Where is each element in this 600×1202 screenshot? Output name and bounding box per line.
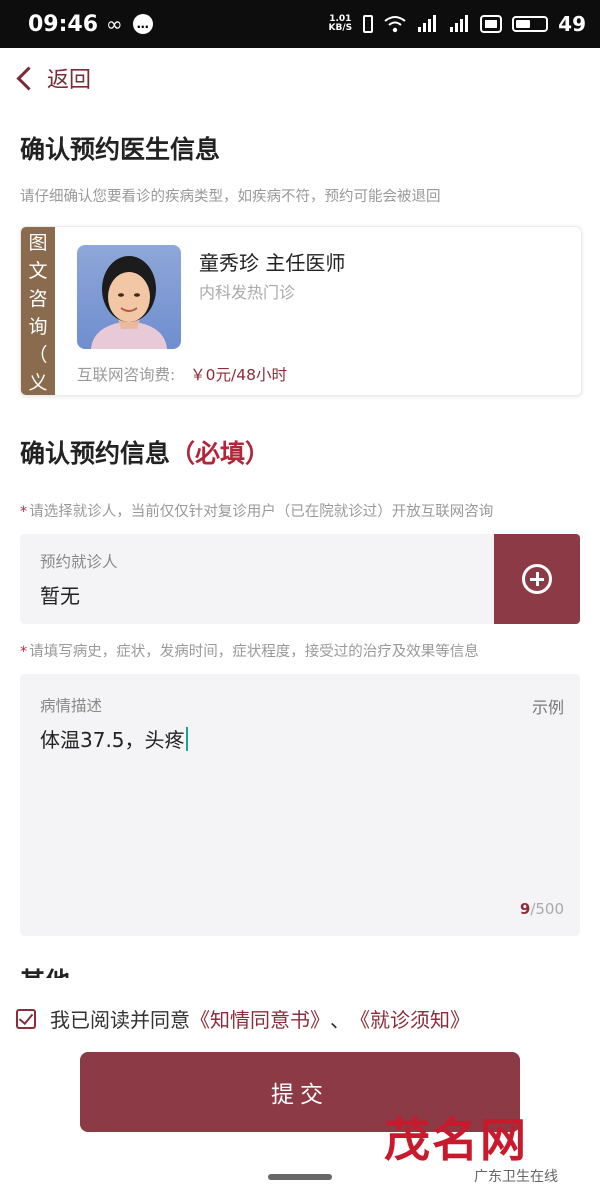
description-input[interactable]: 体温37.5，头疼 (40, 724, 188, 753)
doctor-name-title: 童秀珍 主任医师 (199, 251, 346, 275)
required-star: * (20, 644, 28, 660)
doctor-department: 内科发热门诊 (199, 283, 296, 302)
patient-field-label: 预约就诊人 (40, 553, 118, 571)
back-label: 返回 (47, 68, 92, 93)
back-button[interactable]: 返回 (14, 62, 91, 94)
history-hint-text: 请填写病史，症状，发病时间，症状程度，接受过的治疗及效果等信息 (29, 644, 479, 660)
message-icon: … (132, 14, 153, 34)
consult-fee-label: 互联网咨询费: (77, 366, 176, 384)
status-time: 09:46 (28, 11, 99, 37)
battery-icon (512, 16, 549, 32)
agreement-row: 我已阅读并同意 《知情同意书》 、 《就诊须知》 (16, 1004, 470, 1033)
patient-hint-text: 请选择就诊人，当前仅仅针对复诊用户（已在院就诊过）开放互联网咨询 (29, 504, 494, 520)
tag-char: 文 (28, 260, 48, 282)
patient-hint: * 请选择就诊人，当前仅仅针对复诊用户（已在院就诊过）开放互联网咨询 (20, 500, 493, 521)
tag-char: 义 (28, 372, 48, 394)
required-mark: （必填） (170, 439, 271, 468)
char-count-max: /500 (530, 900, 564, 918)
plus-circle-icon (522, 564, 552, 594)
agreement-separator: 、 (330, 1008, 350, 1032)
tag-char: 咨 (28, 288, 48, 310)
description-field[interactable]: 病情描述 示例 体温37.5，头疼 9/500 (20, 674, 580, 936)
booking-section-title: 确认预约信息（必填） (20, 434, 270, 470)
required-star: * (20, 504, 28, 520)
consult-type-tag: 图 文 咨 询 （ 义 (21, 227, 55, 395)
net-speed: 1.01 KB/S (329, 15, 353, 33)
doctor-section-notice: 请仔细确认您要看诊的疾病类型，如疾病不符，预约可能会被退回 (20, 189, 441, 205)
infinity-icon: ∞ (106, 12, 123, 36)
vibrate-icon (363, 15, 374, 33)
tag-char: 询 (28, 316, 48, 338)
doctor-card: 图 文 咨 询 （ 义 童秀珍 主任医师 内科发热门诊 互联网咨询费: ￥0元/… (20, 226, 582, 396)
status-right: 1.01 KB/S 49 (329, 12, 586, 36)
signal-icon-2 (450, 15, 469, 32)
hd-icon (480, 15, 503, 33)
char-counter: 9/500 (520, 900, 564, 918)
watermark-caption: 广东卫生在线 (474, 1169, 558, 1185)
wifi-icon (384, 16, 406, 33)
consult-fee: 互联网咨询费: ￥0元/48小时 (77, 363, 287, 385)
signal-icon (418, 15, 437, 32)
description-value: 体温37.5，头疼 (40, 728, 185, 752)
doctor-section-title: 确认预约医生信息 (20, 135, 221, 164)
chevron-left-icon (16, 65, 41, 91)
consent-link[interactable]: 《知情同意书》 (190, 1004, 330, 1033)
agreement-checkbox[interactable] (16, 1008, 36, 1029)
status-bar: 09:46 ∞ … 1.01 KB/S 49 (0, 0, 600, 48)
other-section-title: 其他 (20, 966, 140, 978)
description-label: 病情描述 (40, 697, 103, 715)
doctor-avatar (77, 245, 181, 349)
patient-field-value: 暂无 (40, 584, 80, 608)
watermark-logo: 茂名网 (384, 1113, 528, 1167)
booking-title-text: 确认预约信息 (20, 439, 171, 468)
text-caret (185, 726, 188, 751)
consult-fee-value: ￥0元/48小时 (190, 366, 287, 384)
net-speed-unit: KB/S (328, 23, 353, 33)
agreement-text: 我已阅读并同意 (50, 1008, 190, 1032)
example-link[interactable]: 示例 (532, 694, 564, 718)
patient-field[interactable]: 预约就诊人 暂无 (20, 534, 580, 624)
tag-char: （ (28, 344, 48, 366)
tag-char: 图 (28, 232, 48, 254)
battery-level: 49 (558, 12, 586, 36)
home-indicator[interactable] (268, 1174, 332, 1180)
add-patient-button[interactable] (494, 534, 580, 624)
char-count-current: 9 (519, 900, 531, 918)
other-section-title-text: 其他 (20, 966, 70, 978)
history-hint: * 请填写病史，症状，发病时间，症状程度，接受过的治疗及效果等信息 (20, 640, 479, 661)
visit-notice-link[interactable]: 《就诊须知》 (350, 1004, 470, 1033)
doctor-portrait-icon (91, 256, 167, 349)
